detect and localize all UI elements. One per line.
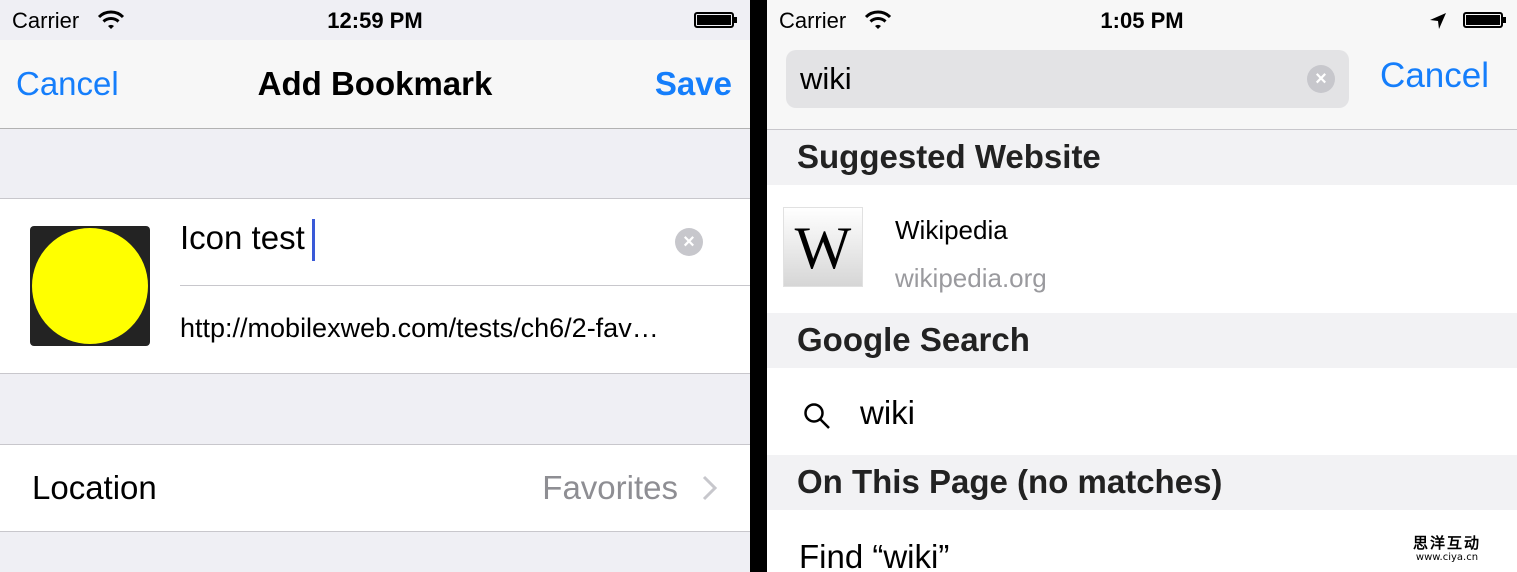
site-domain: wikipedia.org [895, 263, 1047, 293]
watermark: 思洋互动 www.ciya.cn [1389, 534, 1505, 564]
location-label: Location [32, 469, 157, 506]
section-title: Google Search [797, 321, 1030, 358]
status-bar: Carrier 1:05 PM [767, 0, 1517, 40]
chevron-right-icon [702, 475, 718, 501]
save-button[interactable]: Save [655, 65, 732, 103]
status-time: 12:59 PM [327, 8, 423, 33]
bookmark-title-field[interactable]: Icon test [180, 219, 305, 257]
status-bar: Carrier 12:59 PM [0, 0, 750, 40]
bookmark-url-field[interactable]: http://mobilexweb.com/tests/ch6/2-fav… [180, 313, 720, 344]
section-header-suggested: Suggested Website [767, 130, 1517, 185]
yellow-circle-icon [32, 228, 148, 344]
clear-text-button[interactable]: × [675, 228, 703, 256]
status-time: 1:05 PM [1100, 8, 1184, 33]
search-suggestions-screen: Carrier 1:05 PM wiki × Cancel Suggested … [767, 0, 1517, 572]
page-title: Add Bookmark [257, 65, 493, 102]
bookmark-details-group: Icon test × http://mobilexweb.com/tests/… [0, 198, 750, 374]
section-header-on-page: On This Page (no matches) [767, 455, 1517, 510]
watermark-title: 思洋互动 [1412, 534, 1481, 552]
search-input[interactable]: wiki × [786, 50, 1349, 108]
watermark-url: www.ciya.cn [1415, 552, 1479, 563]
section-header-google: Google Search [767, 313, 1517, 368]
battery-icon [694, 12, 737, 28]
clear-icon: × [683, 231, 695, 253]
cancel-button[interactable]: Cancel [1380, 56, 1489, 96]
suggested-website-row[interactable]: W Wikipedia wikipedia.org [767, 185, 1517, 313]
nav-bar: Cancel Add Bookmark Save [0, 40, 750, 129]
location-value: Favorites [542, 469, 678, 506]
divider [180, 285, 750, 286]
location-arrow-icon [1430, 13, 1446, 29]
site-name: Wikipedia [895, 215, 1008, 245]
search-icon [804, 403, 830, 429]
text-cursor [312, 219, 315, 261]
clear-icon: × [1315, 68, 1327, 90]
bookmark-thumbnail [30, 226, 150, 346]
find-label: Find “wiki” [799, 538, 950, 572]
search-bar: wiki × Cancel [767, 40, 1517, 130]
search-query: wiki [800, 61, 852, 96]
section-title: Suggested Website [797, 138, 1101, 175]
location-row[interactable]: Location Favorites [0, 444, 750, 532]
section-title: On This Page (no matches) [797, 463, 1223, 500]
google-search-row[interactable]: wiki [767, 368, 1517, 455]
add-bookmark-screen: Carrier 12:59 PM Cancel Add Bookmark Sav… [0, 0, 750, 572]
wikipedia-logo-icon: W [783, 207, 863, 287]
clear-search-button[interactable]: × [1307, 65, 1335, 93]
google-query: wiki [860, 394, 915, 431]
battery-icon [1463, 12, 1506, 28]
